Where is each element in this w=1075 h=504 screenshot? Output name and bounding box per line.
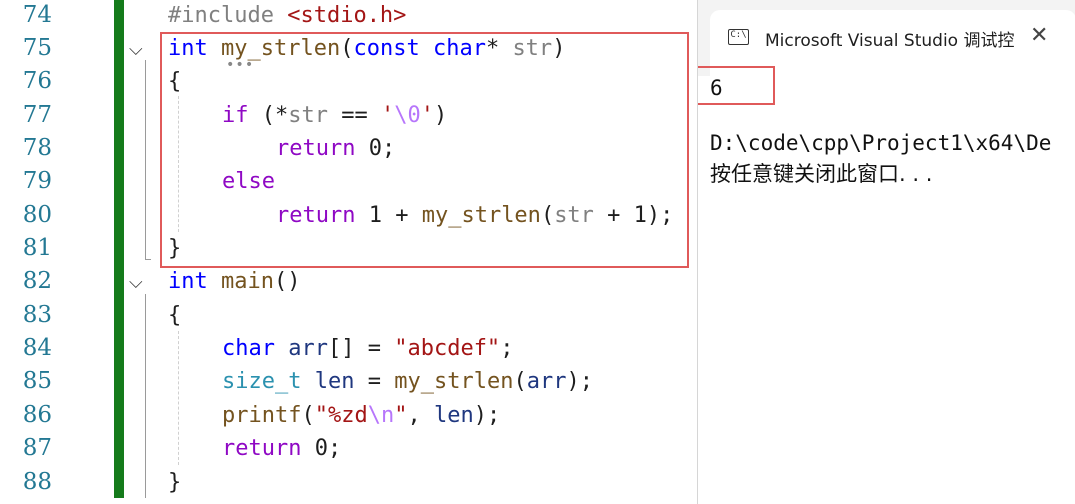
console-prompt-line: 按任意键关闭此窗口. . .	[710, 162, 933, 186]
string-literal: "abcdef"	[394, 336, 501, 361]
operator: =	[354, 369, 395, 394]
include-header: <stdio.h>	[287, 3, 407, 28]
fold-outline-line	[145, 294, 146, 498]
punctuation: (	[513, 369, 527, 394]
chevron-down-icon[interactable]: ⌵	[129, 33, 143, 66]
line-number: 83	[22, 302, 52, 328]
punctuation: (	[301, 403, 315, 428]
variable: len	[314, 369, 355, 394]
punctuation: ,	[407, 403, 434, 428]
punctuation: ;	[500, 336, 514, 361]
brace: {	[168, 303, 182, 328]
code-line-87[interactable]: return 0;	[222, 432, 341, 465]
indent-guide	[178, 331, 179, 465]
change-tracking-bar	[114, 0, 124, 498]
code-line-86[interactable]: printf("%zd\n", len);	[222, 399, 500, 432]
line-number: 85	[22, 368, 52, 394]
variable: arr	[288, 336, 328, 361]
string-literal: "%zd	[314, 403, 368, 428]
keyword: int	[168, 269, 208, 294]
function-name: main	[221, 269, 274, 294]
keyword: char	[222, 336, 275, 361]
function-name: my_strlen	[394, 369, 514, 394]
string-literal: "	[394, 403, 408, 428]
code-line-88[interactable]: }	[168, 466, 181, 499]
keyword: return	[222, 436, 302, 461]
line-number: 80	[22, 202, 52, 228]
code-line-83[interactable]: {	[168, 299, 181, 332]
brace: }	[168, 470, 182, 495]
punctuation: );	[473, 403, 501, 428]
punctuation: );	[566, 369, 593, 394]
line-number: 88	[22, 469, 52, 495]
type-name: size_t	[222, 369, 302, 394]
console-path-line: D:\code\cpp\Project1\x64\De	[710, 131, 1052, 155]
fold-outline-end	[145, 259, 151, 260]
code-line-74[interactable]: #include <stdio.h>	[168, 0, 406, 32]
preprocessor-directive: #include	[168, 3, 288, 28]
console-tab-title: Microsoft Visual Studio 调试控	[765, 31, 1015, 51]
line-number: 87	[22, 435, 52, 461]
line-number: 78	[22, 135, 52, 161]
expression: [] =	[327, 336, 395, 361]
function-name: printf	[222, 403, 302, 428]
chevron-down-icon[interactable]: ⌵	[129, 266, 143, 299]
line-number: 77	[22, 102, 52, 128]
variable: len	[433, 403, 474, 428]
escape-sequence: \n	[367, 403, 395, 428]
fold-outline-line	[145, 60, 146, 260]
highlight-box-output	[698, 66, 775, 105]
highlight-box-function	[160, 32, 689, 268]
console-icon: C:\	[728, 29, 749, 45]
line-number: 74	[22, 2, 52, 28]
line-number: 84	[22, 335, 52, 361]
line-number: 82	[22, 268, 52, 294]
line-number: 75	[22, 35, 52, 61]
close-icon[interactable]: ✕	[1030, 23, 1048, 48]
debug-console-window[interactable]: C:\ Microsoft Visual Studio 调试控 ✕ 6 D:\c…	[697, 0, 1075, 504]
variable: arr	[526, 369, 567, 394]
line-number: 76	[22, 68, 52, 94]
line-number: 79	[22, 168, 52, 194]
console-tab-strip: C:\ Microsoft Visual Studio 调试控 ✕	[698, 0, 1075, 76]
punctuation: ()	[273, 269, 301, 294]
code-line-85[interactable]: size_t len = my_strlen(arr);	[222, 365, 593, 398]
code-editor[interactable]: 74 75 76 77 78 79 80 81 82 83 84 85 86 8…	[0, 0, 697, 504]
line-number: 81	[22, 235, 52, 261]
expression: 0;	[301, 436, 342, 461]
code-line-82[interactable]: int main()	[168, 265, 300, 298]
code-line-84[interactable]: char arr[] = "abcdef";	[222, 332, 513, 365]
line-number: 86	[22, 402, 52, 428]
